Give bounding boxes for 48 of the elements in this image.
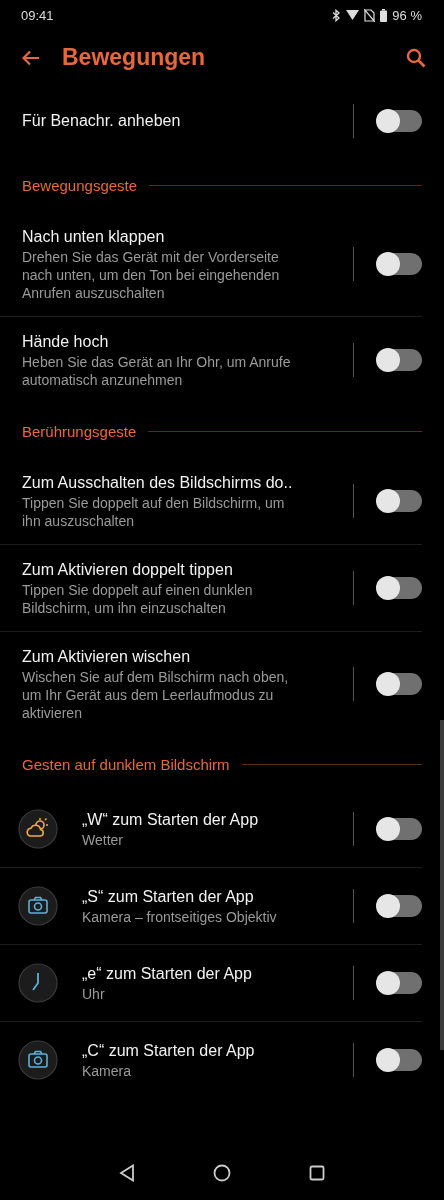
camera-icon — [18, 1040, 58, 1080]
camera-icon — [18, 886, 58, 926]
sun-cloud-icon — [18, 809, 58, 849]
section-header: Gesten auf dunklem Bildschirm — [22, 756, 230, 773]
setting-description: Kamera — [82, 1062, 133, 1080]
toggle-switch[interactable] — [378, 490, 422, 512]
toggle-switch[interactable] — [378, 349, 422, 371]
setting-description: Tippen Sie doppelt auf den Bildschirm, um ihn auszuschalten — [22, 494, 286, 530]
setting-title: Nach unten klappen — [22, 227, 166, 247]
status-time: 09:41 — [21, 7, 54, 23]
setting-title: „W“ zum Starten der App — [82, 810, 260, 830]
recents-icon[interactable] — [309, 1164, 325, 1181]
toggle-switch[interactable] — [378, 818, 422, 840]
home-icon[interactable] — [213, 1163, 231, 1182]
toggle-switch[interactable] — [378, 673, 422, 695]
search-icon[interactable] — [406, 47, 426, 68]
setting-title: Zum Aktivieren doppelt tippen — [22, 560, 234, 580]
back-arrow-icon[interactable] — [22, 49, 40, 66]
section-header: Bewegungsgeste — [22, 177, 138, 194]
toggle-switch[interactable] — [378, 577, 422, 599]
setting-title: „e“ zum Starten der App — [82, 964, 253, 984]
setting-description: Drehen Sie das Gerät mit der Vorderseite nach unten, um den Ton bei eingehenden Anrufen auszuschalten — [22, 248, 281, 302]
setting-title: Zum Ausschalten des Bildschirms do.. — [22, 473, 294, 493]
setting-title: „S“ zum Starten der App — [82, 887, 255, 907]
toggle-switch[interactable] — [378, 110, 422, 132]
wifi-icon — [346, 9, 360, 21]
setting-title: Zum Aktivieren wischen — [22, 647, 192, 667]
setting-title: „C“ zum Starten der App — [82, 1041, 256, 1061]
toggle-switch[interactable] — [378, 253, 422, 275]
section-header: Berührungsgeste — [22, 423, 137, 440]
battery-icon — [380, 8, 388, 22]
setting-description: Uhr — [82, 985, 106, 1003]
back-icon[interactable] — [119, 1163, 135, 1182]
battery-percent: 96 % — [392, 7, 422, 23]
setting-description: Tippen Sie doppelt auf einen dunklen Bildschirm, um ihn einzuschalten — [22, 581, 254, 617]
setting-title: Für Benachr. anheben — [22, 111, 182, 131]
setting-description: Heben Sie das Gerät an Ihr Ohr, um Anrufe automatisch anzunehmen — [22, 353, 292, 389]
clock-icon — [18, 963, 58, 1003]
bluetooth-icon — [332, 8, 342, 22]
setting-description: Wischen Sie auf dem Bilschirm nach oben, um Ihr Gerät aus dem Leerlaufmodus zu aktivieren — [22, 668, 290, 722]
setting-description: Kamera – frontseitiges Objektiv — [82, 908, 278, 926]
toggle-switch[interactable] — [378, 1049, 422, 1071]
setting-description: Wetter — [82, 831, 124, 849]
no-sim-icon — [364, 8, 376, 22]
toggle-switch[interactable] — [378, 895, 422, 917]
setting-title: Hände hoch — [22, 332, 110, 352]
toggle-switch[interactable] — [378, 972, 422, 994]
page-title: Bewegungen — [62, 44, 207, 71]
